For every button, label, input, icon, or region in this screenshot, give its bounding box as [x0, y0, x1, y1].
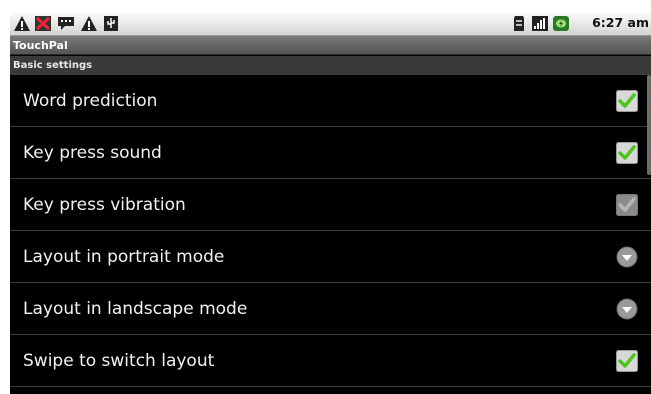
signal-icon — [532, 16, 548, 31]
setting-swipe-switch-layout[interactable]: Swipe to switch layout — [10, 335, 651, 387]
chat-bubble-icon[interactable] — [57, 15, 75, 32]
app-title: TouchPal — [13, 39, 68, 52]
word-prediction-checkbox[interactable] — [616, 90, 638, 112]
sd-card-icon — [514, 16, 524, 31]
setting-key-press-vibration[interactable]: Key press vibration — [10, 179, 651, 231]
chevron-down-icon[interactable] — [616, 298, 638, 320]
setting-key-press-sound[interactable]: Key press sound — [10, 127, 651, 179]
chevron-down-icon[interactable] — [616, 246, 638, 268]
key-press-sound-checkbox[interactable] — [616, 142, 638, 164]
clock-time: 6:27 am — [592, 15, 649, 30]
setting-layout-portrait[interactable]: Layout in portrait mode — [10, 231, 651, 283]
setting-label: Layout in portrait mode — [23, 247, 225, 267]
swipe-switch-layout-checkbox[interactable] — [616, 350, 638, 372]
scrollbar[interactable] — [647, 75, 651, 175]
image-error-icon[interactable] — [34, 15, 52, 32]
setting-label: Word prediction — [23, 91, 158, 111]
setting-label: Key press vibration — [23, 195, 186, 215]
usb-icon[interactable] — [102, 15, 120, 32]
battery-charging-icon — [553, 16, 569, 31]
setting-layout-landscape[interactable]: Layout in landscape mode — [10, 283, 651, 335]
setting-word-prediction[interactable]: Word prediction — [10, 75, 651, 127]
section-header: Basic settings — [10, 56, 651, 75]
section-title: Basic settings — [13, 60, 93, 71]
warning-icon[interactable] — [80, 15, 98, 32]
setting-label: Layout in landscape mode — [23, 299, 248, 319]
setting-label: Key press sound — [23, 143, 162, 163]
phone-screen: 6:27 am TouchPal Basic settings Word pre… — [10, 12, 651, 394]
settings-list: Word prediction Key press sound Key pres… — [10, 75, 651, 387]
warning-icon[interactable] — [13, 15, 31, 32]
key-press-vibration-checkbox[interactable] — [616, 194, 638, 216]
setting-label: Swipe to switch layout — [23, 351, 215, 371]
app-title-bar: TouchPal — [10, 36, 651, 55]
status-bar: 6:27 am — [10, 12, 651, 36]
